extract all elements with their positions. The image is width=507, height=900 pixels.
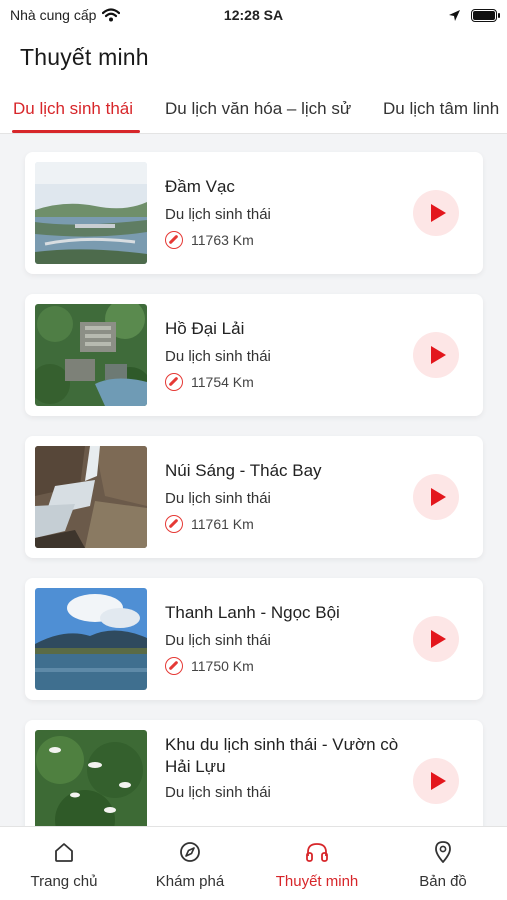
carrier-label: Nhà cung cấp — [10, 7, 97, 23]
place-name: Thanh Lanh - Ngọc Bội — [165, 603, 340, 622]
place-thumbnail — [35, 730, 147, 826]
play-button[interactable] — [413, 332, 459, 378]
place-card[interactable]: Thanh Lanh - Ngọc Bội Du lịch sinh thái … — [25, 578, 483, 700]
status-bar: Nhà cung cấp 12:28 SA — [0, 0, 507, 30]
status-right — [448, 8, 500, 22]
place-distance: 11763 Km — [165, 231, 254, 249]
play-icon — [430, 346, 446, 364]
headphones-icon — [305, 839, 329, 865]
place-thumbnail — [35, 304, 147, 406]
page-title: Thuyết minh — [20, 43, 149, 70]
place-thumbnail — [35, 162, 147, 264]
wifi-icon — [102, 8, 121, 22]
tab-du-lich-tam-linh[interactable]: Du lịch tâm linh — [383, 84, 499, 133]
category-tabs: Du lịch sinh thái Du lịch văn hóa – lịch… — [0, 84, 507, 134]
play-button[interactable] — [413, 474, 459, 520]
nav-kham-pha[interactable]: Khám phá — [127, 839, 253, 890]
distance-value: 11750 Km — [191, 658, 254, 674]
nav-label: Khám phá — [155, 873, 225, 890]
explore-icon — [179, 839, 201, 865]
place-name: Núi Sáng - Thác Bay — [165, 461, 322, 480]
place-category: Du lịch sinh thái — [165, 348, 271, 365]
play-button[interactable] — [413, 616, 459, 662]
play-icon — [430, 204, 446, 222]
place-category: Du lịch sinh thái — [165, 206, 271, 223]
place-card[interactable]: Đầm Vạc Du lịch sinh thái 11763 Km — [25, 152, 483, 274]
place-category: Du lịch sinh thái — [165, 784, 271, 801]
play-icon — [430, 630, 446, 648]
place-thumbnail — [35, 446, 147, 548]
play-button[interactable] — [413, 190, 459, 236]
map-pin-icon — [433, 839, 453, 865]
nav-label: Thuyết minh — [275, 873, 359, 890]
nav-ban-do[interactable]: Bản đồ — [380, 839, 506, 890]
compass-icon — [165, 657, 183, 675]
places-list: Đầm Vạc Du lịch sinh thái 11763 Km Hồ Đạ… — [0, 134, 507, 826]
place-name: Hồ Đại Lải — [165, 319, 245, 338]
place-distance: 11761 Km — [165, 515, 254, 533]
home-icon — [53, 839, 75, 865]
place-card[interactable]: Núi Sáng - Thác Bay Du lịch sinh thái 11… — [25, 436, 483, 558]
place-name: Khu du lịch sinh thái - Vườn cò Hải Lựu — [165, 735, 399, 776]
place-card[interactable]: Khu du lịch sinh thái - Vườn cò Hải Lựu … — [25, 720, 483, 826]
place-category: Du lịch sinh thái — [165, 490, 271, 507]
place-card[interactable]: Hồ Đại Lải Du lịch sinh thái 11754 Km — [25, 294, 483, 416]
battery-icon — [471, 8, 500, 22]
compass-icon — [165, 515, 183, 533]
place-distance: 11750 Km — [165, 657, 254, 675]
place-category: Du lịch sinh thái — [165, 632, 271, 649]
page-header: Thuyết minh — [0, 30, 507, 84]
place-name: Đầm Vạc — [165, 177, 235, 196]
compass-icon — [165, 373, 183, 391]
status-left: Nhà cung cấp — [10, 7, 121, 23]
play-icon — [430, 488, 446, 506]
bottom-nav: Trang chủ Khám phá Thuyết minh Bản đồ — [0, 826, 507, 900]
play-icon — [430, 772, 446, 790]
location-arrow-icon — [449, 9, 460, 21]
tab-du-lich-van-hoa-lich-su[interactable]: Du lịch văn hóa – lịch sử — [165, 84, 351, 133]
place-distance: 11754 Km — [165, 373, 254, 391]
play-button[interactable] — [413, 758, 459, 804]
distance-value: 11763 Km — [191, 232, 254, 248]
compass-icon — [165, 231, 183, 249]
nav-trang-chu[interactable]: Trang chủ — [1, 839, 127, 890]
place-thumbnail — [35, 588, 147, 690]
active-tab-indicator — [12, 130, 140, 133]
nav-label: Bản đồ — [419, 873, 467, 890]
distance-value: 11754 Km — [191, 374, 254, 390]
tab-du-lich-sinh-thai[interactable]: Du lịch sinh thái — [13, 84, 133, 133]
nav-label: Trang chủ — [30, 873, 98, 890]
distance-value: 11761 Km — [191, 516, 254, 532]
nav-thuyet-minh[interactable]: Thuyết minh — [254, 839, 380, 890]
